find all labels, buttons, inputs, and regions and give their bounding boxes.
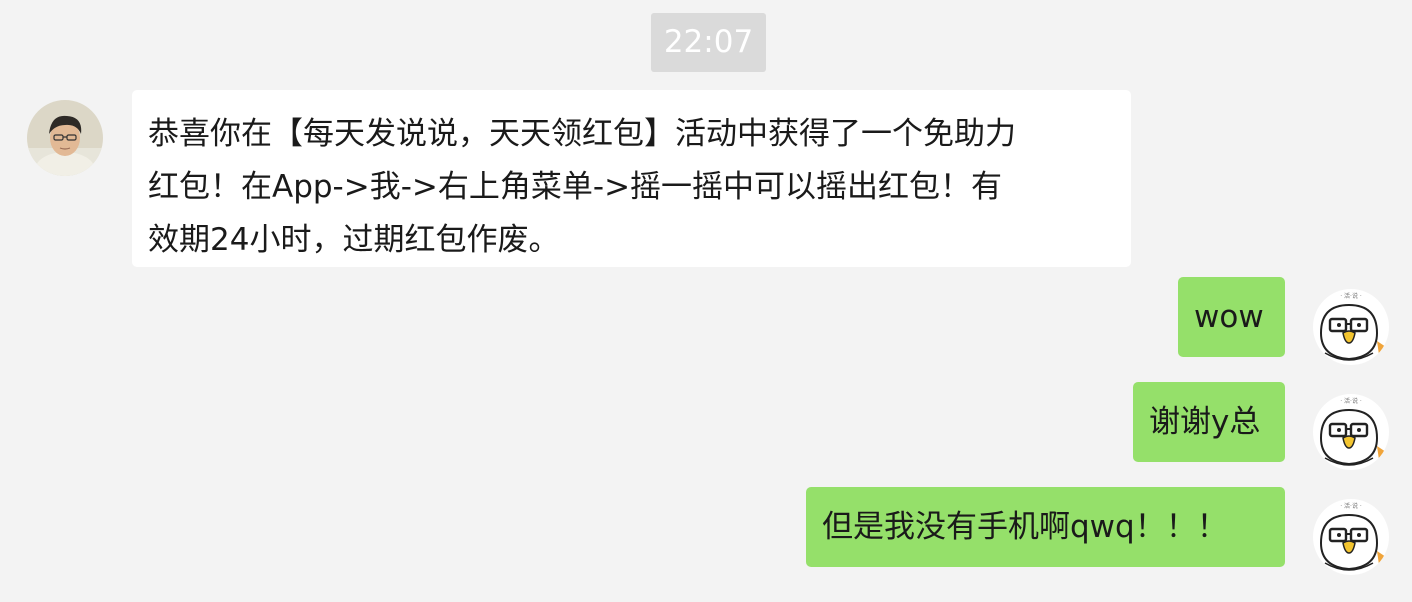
message-timestamp: 22:07 bbox=[651, 13, 766, 72]
self-avatar-icon[interactable]: · 活·说 · bbox=[1313, 499, 1389, 575]
svg-text:· 活·说 ·: · 活·说 · bbox=[1340, 292, 1362, 300]
incoming-message-bubble[interactable]: 恭喜你在【每天发说说，天天领红包】活动中获得了一个免助力 红包！在App->我-… bbox=[132, 90, 1131, 267]
outgoing-message-bubble[interactable]: 谢谢y总 bbox=[1133, 382, 1285, 462]
outgoing-message-bubble[interactable]: wow bbox=[1178, 277, 1285, 357]
sender-avatar-icon[interactable] bbox=[27, 100, 103, 176]
self-avatar-icon[interactable]: · 活·说 · bbox=[1313, 289, 1389, 365]
svg-text:· 活·说 ·: · 活·说 · bbox=[1340, 397, 1362, 405]
self-avatar-icon[interactable]: · 活·说 · bbox=[1313, 394, 1389, 470]
outgoing-message-bubble[interactable]: 但是我没有手机啊qwq！！！ bbox=[806, 487, 1285, 567]
svg-text:· 活·说 ·: · 活·说 · bbox=[1340, 502, 1362, 510]
